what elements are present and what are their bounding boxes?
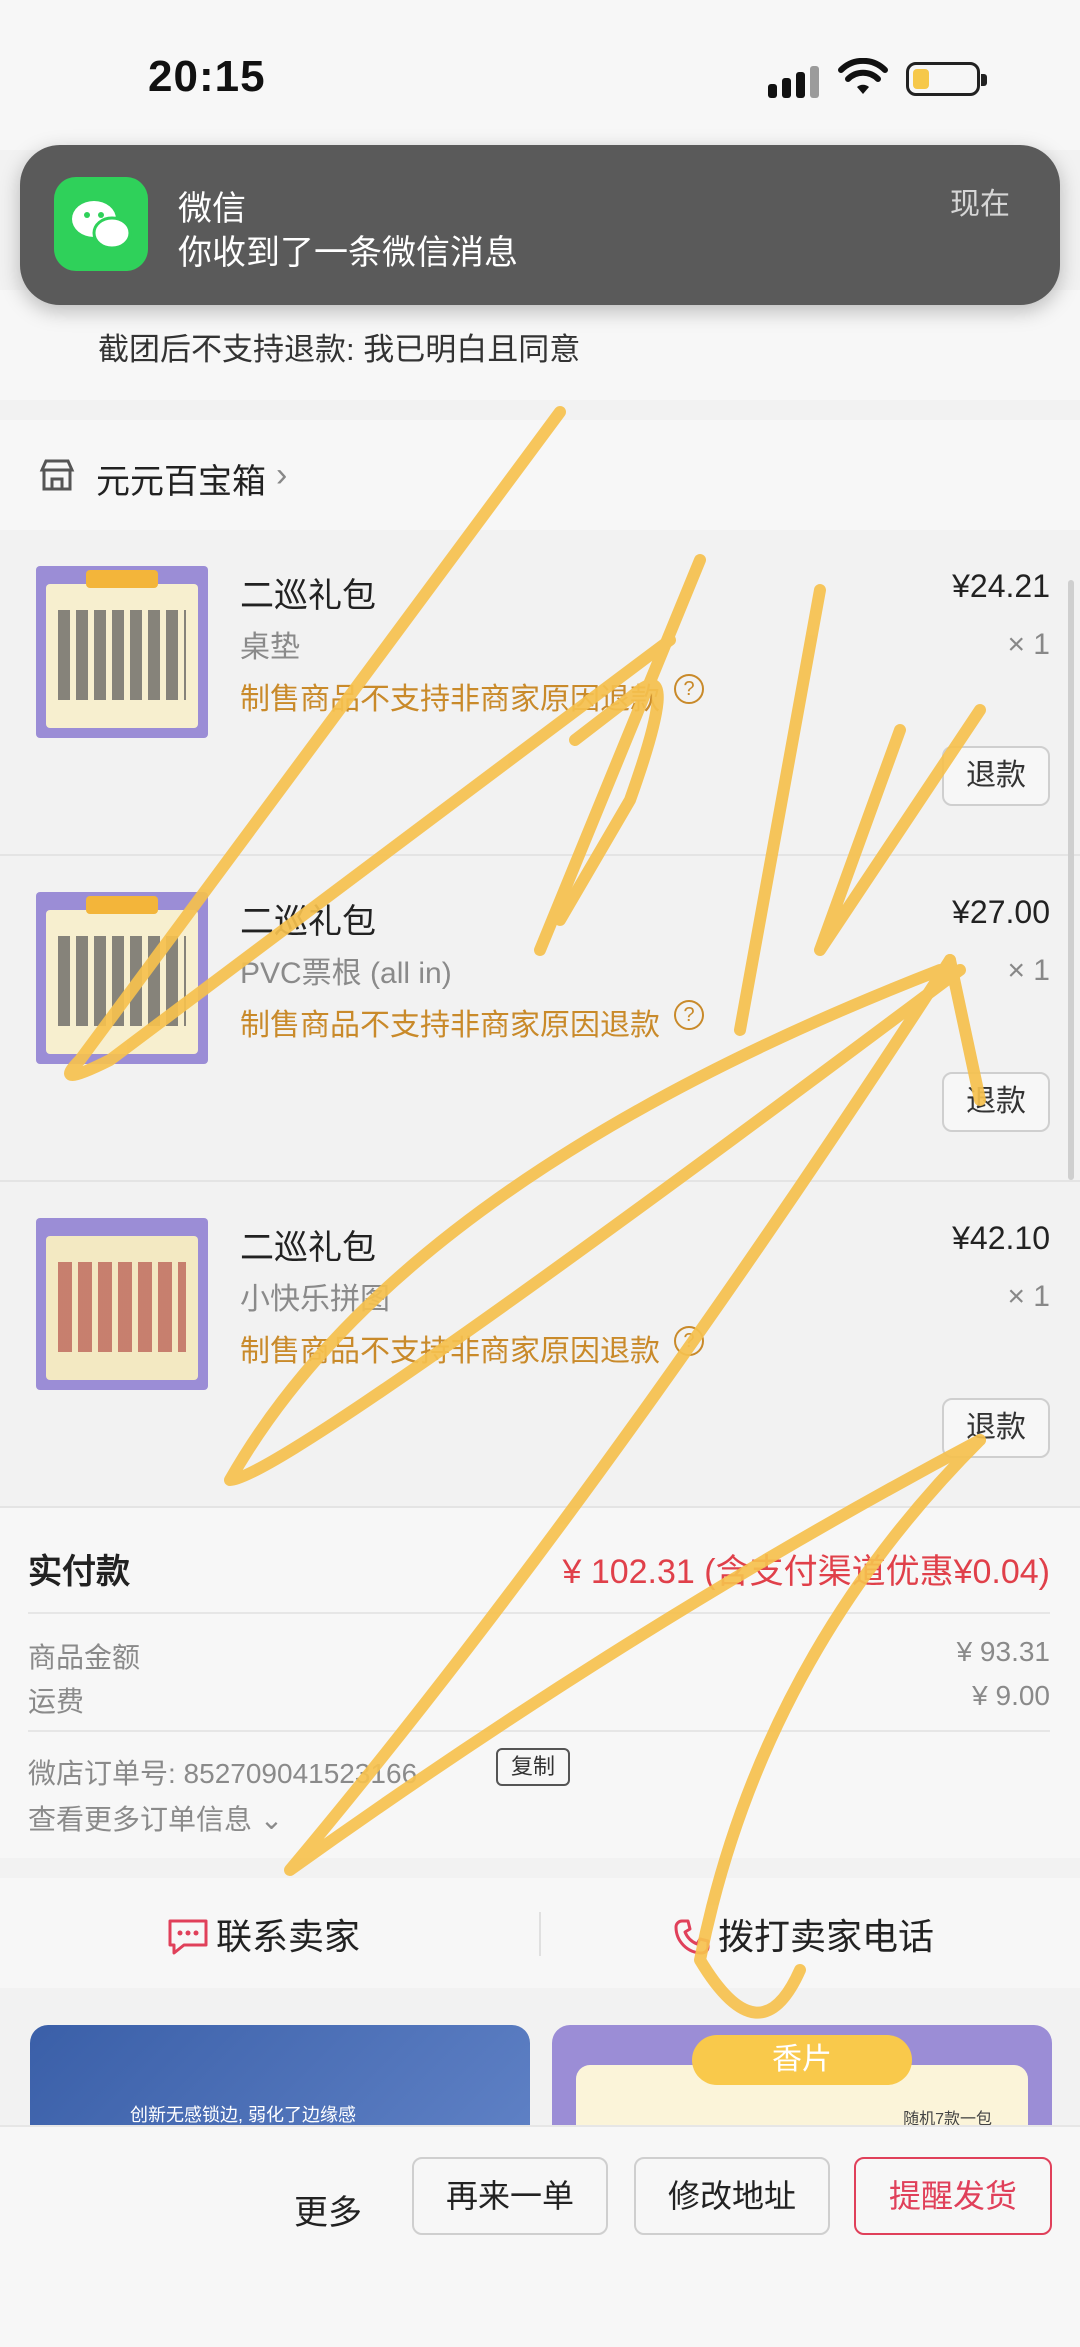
notification-message: 你收到了一条微信消息 [178, 234, 518, 272]
refund-notice-text: 截团后不支持退款: 我已明白且同意 [98, 332, 581, 367]
item-quantity: × 1 [1007, 954, 1050, 987]
item-thumbnail [36, 892, 208, 1064]
item-price: ¥42.10 [952, 1220, 1050, 1256]
status-time: 20:15 [148, 52, 266, 101]
refund-notice: 截团后不支持退款: 我已明白且同意 [0, 290, 1080, 400]
divider [28, 1730, 1050, 1732]
more-order-info-link[interactable]: 查看更多订单信息 ⌄ [28, 1798, 283, 1838]
more-button[interactable]: 更多 [294, 2185, 362, 2234]
order-item[interactable]: 二巡礼包 桌垫 制售商品不支持非商家原因退款 ? ¥24.21 × 1 退款 [0, 530, 1080, 856]
help-icon[interactable]: ? [674, 1326, 704, 1356]
call-seller-button[interactable]: 拨打卖家电话 [672, 1908, 934, 1960]
cellular-signal-icon [768, 64, 820, 98]
shipping-value: ¥ 9.00 [972, 1680, 1050, 1711]
scrollbar[interactable] [1068, 580, 1074, 1180]
item-title: 二巡礼包 [240, 577, 376, 615]
shop-header[interactable]: 元元百宝箱 › [0, 420, 1080, 530]
item-price: ¥27.00 [952, 894, 1050, 930]
goods-amount-label: 商品金额 [28, 1642, 141, 1673]
shipping-label: 运费 [28, 1686, 85, 1717]
item-refund-warning: 制售商品不支持非商家原因退款 [240, 1009, 660, 1042]
chat-icon [168, 1919, 208, 1955]
copy-button[interactable]: 复制 [496, 1748, 570, 1786]
reorder-button[interactable]: 再来一单 [412, 2157, 608, 2235]
edit-address-button[interactable]: 修改地址 [634, 2157, 830, 2235]
item-price: ¥24.21 [952, 568, 1050, 604]
item-refund-warning: 制售商品不支持非商家原因退款 [240, 1335, 660, 1368]
call-seller-label: 拨打卖家电话 [718, 1916, 935, 1957]
wifi-icon [838, 58, 888, 94]
help-icon[interactable]: ? [674, 674, 704, 704]
refund-button[interactable]: 退款 [942, 746, 1050, 806]
payment-summary: 实付款 ¥ 102.31 (含支付渠道优惠¥0.04) 商品金额 ¥ 93.31… [0, 1508, 1080, 1858]
refund-button[interactable]: 退款 [942, 1398, 1050, 1458]
help-icon[interactable]: ? [674, 1000, 704, 1030]
contact-seller-button[interactable]: 联系卖家 [166, 1908, 360, 1960]
phone-icon [674, 1919, 710, 1955]
store-icon [39, 459, 75, 491]
recommend-card-text: 创新无感锁边, 弱化了边缘感 [130, 2105, 357, 2125]
paid-amount-label: 实付款 [28, 1553, 130, 1591]
item-thumbnail [36, 1218, 208, 1390]
item-refund-warning: 制售商品不支持非商家原因退款 [240, 683, 660, 716]
item-quantity: × 1 [1007, 1280, 1050, 1313]
item-thumbnail [36, 566, 208, 738]
item-spec: 桌垫 [240, 631, 300, 664]
battery-icon [906, 62, 987, 96]
shop-name: 元元百宝箱 [96, 463, 266, 501]
divider [539, 1912, 541, 1956]
item-spec: PVC票根 (all in) [240, 957, 452, 990]
item-quantity: × 1 [1007, 628, 1050, 661]
contact-bar: 联系卖家 拨打卖家电话 [0, 1878, 1080, 1988]
paid-amount-value: ¥ 102.31 (含支付渠道优惠¥0.04) [562, 1553, 1050, 1591]
chevron-down-icon: ⌄ [259, 1804, 284, 1835]
item-spec: 小快乐拼图 [240, 1283, 390, 1316]
bottom-action-bar: 更多 再来一单 修改地址 提醒发货 [0, 2125, 1080, 2347]
notification-app-name: 微信 [178, 190, 246, 228]
order-number: 微店订单号: 852709041523166 [28, 1758, 418, 1789]
more-order-info-label: 查看更多订单信息 [28, 1804, 253, 1835]
contact-seller-label: 联系卖家 [216, 1916, 361, 1957]
refund-button[interactable]: 退款 [942, 1072, 1050, 1132]
remind-shipping-button[interactable]: 提醒发货 [854, 2157, 1052, 2235]
order-item[interactable]: 二巡礼包 小快乐拼图 制售商品不支持非商家原因退款 ? ¥42.10 × 1 退… [0, 1182, 1080, 1508]
wechat-app-icon [54, 177, 148, 271]
wechat-notification[interactable]: 微信 你收到了一条微信消息 现在 [20, 145, 1060, 305]
item-title: 二巡礼包 [240, 903, 376, 941]
notification-time: 现在 [950, 188, 1010, 221]
divider [28, 1612, 1050, 1614]
order-item[interactable]: 二巡礼包 PVC票根 (all in) 制售商品不支持非商家原因退款 ? ¥27… [0, 856, 1080, 1182]
item-title: 二巡礼包 [240, 1229, 376, 1267]
goods-amount-value: ¥ 93.31 [956, 1636, 1050, 1667]
recommend-card-banner: 香片 [692, 2035, 912, 2085]
status-bar: 20:15 [0, 0, 1080, 150]
chevron-right-icon: › [276, 456, 288, 494]
order-detail-screen: 20:15 ■■■■■■ 截团后不支持退款: 我已明白且同意 微信 你收到了一条… [0, 0, 1080, 2347]
